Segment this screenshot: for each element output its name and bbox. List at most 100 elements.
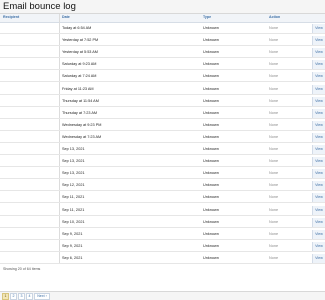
row-date: Yesterday at 5:53 AM (62, 50, 98, 55)
row-type: Unknown (203, 134, 219, 139)
view-button[interactable]: View (312, 181, 325, 191)
view-button[interactable]: View (312, 193, 325, 203)
table-row: Sep 13, 2021 Unknown None View (0, 167, 325, 180)
table-row: Sep 9, 2021 Unknown None View (0, 228, 325, 240)
row-date: Sep 11, 2021 (62, 195, 85, 200)
table-row: Sep 6, 2021 Unknown None View (0, 252, 325, 264)
row-date: Sep 9, 2021 (62, 231, 83, 236)
row-date: Sep 13, 2021 (62, 147, 85, 151)
view-button[interactable]: View (312, 241, 325, 251)
table-row: Sep 11, 2021 Unknown None View (0, 191, 325, 204)
view-button[interactable]: View (312, 72, 325, 82)
view-button[interactable]: View (312, 253, 325, 263)
row-type: Unknown (203, 74, 219, 79)
view-button[interactable]: View (312, 24, 325, 33)
row-action: None (269, 26, 279, 30)
row-type: Unknown (203, 195, 219, 200)
column-recipient: Recipient (3, 15, 20, 19)
row-action: None (269, 195, 279, 200)
row-type: Unknown (203, 231, 219, 236)
table-row: Friday at 11:23 AM Unknown None View (0, 83, 325, 95)
items-count: Showing 20 of 64 items (3, 267, 41, 271)
table-row: Wednesday at 9:23 PM Unknown None View (0, 119, 325, 131)
row-action: None (269, 243, 279, 248)
row-action: None (269, 50, 279, 55)
row-date: Saturday at 9:23 AM (62, 62, 97, 67)
row-type: Unknown (203, 122, 219, 127)
row-type: Unknown (203, 50, 219, 55)
row-type: Unknown (203, 86, 219, 91)
row-date: Wednesday at 9:23 PM (62, 122, 102, 127)
row-action: None (269, 98, 279, 103)
row-action: None (269, 134, 279, 139)
row-date: Sep 12, 2021 (62, 183, 85, 188)
row-date: Saturday at 7:24 AM (62, 74, 97, 79)
row-date: Sep 6, 2021 (62, 255, 83, 260)
row-date: Wednesday at 7:23 AM (62, 134, 102, 139)
row-type: Unknown (203, 219, 219, 224)
row-date: Yesterday at 7:52 PM (62, 38, 99, 43)
column-action: Action (269, 15, 281, 19)
next-page-button[interactable]: Next › (34, 293, 50, 300)
row-type: Unknown (203, 171, 219, 176)
table-row: Sep 12, 2021 Unknown None View (0, 179, 325, 192)
table-row: Sep 13, 2021 Unknown None View (0, 143, 325, 156)
row-action: None (269, 231, 279, 236)
row-action: None (269, 110, 279, 115)
table-row: Yesterday at 7:52 PM Unknown None View (0, 34, 325, 47)
view-button[interactable]: View (312, 157, 325, 167)
row-action: None (269, 74, 279, 79)
row-action: None (269, 183, 279, 188)
view-button[interactable]: View (312, 120, 325, 130)
table-row: Saturday at 9:23 AM Unknown None View (0, 58, 325, 71)
row-action: None (269, 147, 279, 151)
row-action: None (269, 159, 279, 164)
view-button[interactable]: View (312, 145, 325, 154)
row-date: Thursday at 7:23 AM (62, 110, 98, 115)
row-action: None (269, 219, 279, 224)
page-3-button[interactable]: 3 (18, 293, 25, 300)
bounce-log-table: Recipient Date Type Action Today at 6:54… (0, 13, 325, 292)
page-4-button[interactable]: 4 (26, 293, 33, 300)
table-row: Sep 9, 2021 Unknown None View (0, 240, 325, 252)
table-row: Sep 13, 2021 Unknown None View (0, 155, 325, 168)
table-row: Yesterday at 5:53 AM Unknown None View (0, 46, 325, 59)
row-action: None (269, 171, 279, 176)
view-button[interactable]: View (312, 60, 325, 70)
row-date: Friday at 11:23 AM (62, 86, 94, 91)
table-row: Thursday at 11:54 AM Unknown None View (0, 95, 325, 107)
view-button[interactable]: View (312, 205, 325, 215)
table-row: Today at 6:54 AM Unknown None View (0, 22, 325, 35)
column-type: Type (203, 15, 212, 19)
table-row: Wednesday at 7:23 AM Unknown None View (0, 131, 325, 143)
view-button[interactable]: View (312, 36, 325, 46)
view-button[interactable]: View (312, 96, 325, 106)
row-action: None (269, 255, 279, 260)
view-button[interactable]: View (312, 48, 325, 58)
row-type: Unknown (203, 38, 219, 43)
page-title: Email bounce log (3, 1, 76, 12)
row-action: None (269, 122, 279, 127)
row-date: Sep 9, 2021 (62, 243, 83, 248)
row-type: Unknown (203, 183, 219, 188)
page-2-button[interactable]: 2 (10, 293, 17, 300)
row-action: None (269, 62, 279, 67)
view-button[interactable]: View (312, 217, 325, 227)
row-type: Unknown (203, 98, 219, 103)
view-button[interactable]: View (312, 132, 325, 142)
row-type: Unknown (203, 110, 219, 115)
row-type: Unknown (203, 159, 219, 164)
row-date: Sep 13, 2021 (62, 171, 85, 176)
view-button[interactable]: View (312, 84, 325, 94)
row-date: Today at 6:54 AM (62, 26, 92, 30)
view-button[interactable]: View (312, 169, 325, 179)
view-button[interactable]: View (312, 229, 325, 239)
row-action: None (269, 207, 279, 212)
row-date: Sep 13, 2021 (62, 159, 85, 164)
page-1-button[interactable]: 1 (2, 293, 9, 300)
row-action: None (269, 86, 279, 91)
column-date: Date (62, 15, 70, 19)
view-button[interactable]: View (312, 108, 325, 118)
row-type: Unknown (203, 255, 219, 260)
email-bounce-log-page: Email bounce log Recipient Date Type Act… (0, 0, 325, 300)
